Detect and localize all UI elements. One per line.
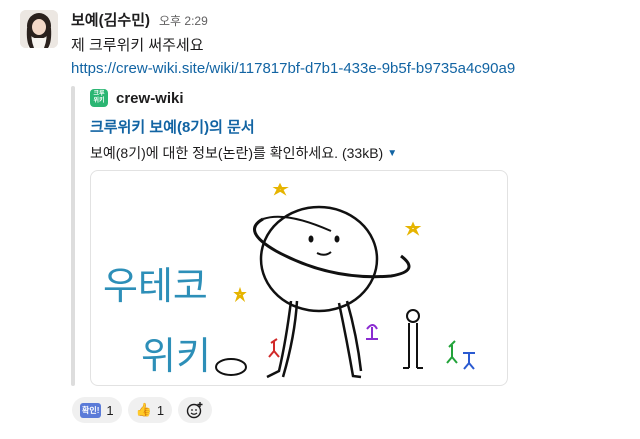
reaction-count: 1 bbox=[156, 402, 165, 418]
confirm-emoji-icon: 확인! bbox=[80, 402, 102, 418]
unfurl-border bbox=[71, 86, 75, 386]
reaction-confirm[interactable]: 확인! 1 bbox=[72, 397, 122, 423]
handwriting-uteco: 우테코 bbox=[103, 266, 208, 308]
unfurl-description-text: 보예(8기)에 대한 정보(논란)를 확인하세요. (33kB) bbox=[90, 145, 384, 161]
caret-down-icon[interactable]: ▼ bbox=[387, 148, 397, 159]
message-timestamp[interactable]: 오후 2:29 bbox=[159, 12, 208, 29]
unfurl-site-name: crew-wiki bbox=[116, 89, 184, 107]
message-header: 보예(김수민) 오후 2:29 bbox=[71, 9, 208, 29]
reaction-count: 1 bbox=[106, 402, 114, 418]
unfurl-title-link[interactable]: 크루위키 보예(8기)의 문서 bbox=[90, 116, 255, 137]
unfurl-preview-image[interactable]: 우테코 위키 bbox=[90, 170, 508, 386]
message-text: 제 크루위키 써주세요 bbox=[71, 37, 204, 54]
unfurl-site: 크루 위키 crew-wiki bbox=[90, 89, 184, 107]
add-reaction-icon bbox=[186, 402, 203, 419]
message-link[interactable]: https://crew-wiki.site/wiki/117817bf-d7b… bbox=[71, 60, 515, 77]
add-reaction-button[interactable] bbox=[178, 397, 213, 423]
unfurl-description: 보예(8기)에 대한 정보(논란)를 확인하세요. (33kB) ▼ bbox=[90, 143, 397, 163]
crew-wiki-icon: 크루 위키 bbox=[90, 89, 108, 107]
sender-name[interactable]: 보예(김수민) bbox=[71, 9, 150, 30]
wiki-drawing-image: 우테코 위키 bbox=[103, 182, 475, 379]
avatar-photo bbox=[20, 10, 58, 48]
handwriting-wiki: 위키 bbox=[141, 336, 211, 378]
reaction-bar: 확인! 1 👍 1 bbox=[72, 397, 213, 423]
thumbs-up-icon: 👍 bbox=[135, 402, 152, 417]
reaction-thumbs-up[interactable]: 👍 1 bbox=[127, 397, 173, 423]
avatar[interactable] bbox=[20, 10, 58, 48]
